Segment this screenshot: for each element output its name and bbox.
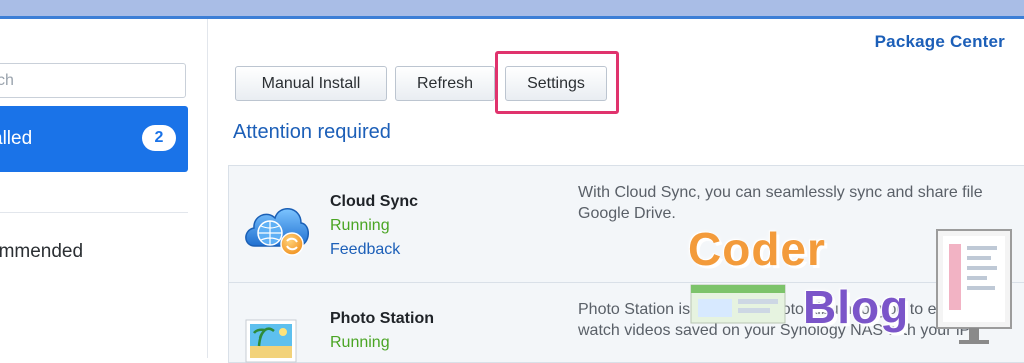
feedback-link[interactable]: Feedback — [330, 241, 400, 259]
package-description: Photo Station is an online photo album f… — [578, 301, 969, 318]
settings-highlight-box — [495, 51, 619, 114]
sidebar-item-installed[interactable]: alled 2 — [0, 106, 188, 172]
package-description: With Cloud Sync, you can seamlessly sync… — [578, 184, 983, 201]
section-title: Attention required — [233, 121, 391, 143]
package-name[interactable]: Photo Station — [330, 310, 434, 328]
app-title: Package Center — [874, 32, 1005, 51]
sidebar-item-recommended[interactable]: ommended — [0, 241, 83, 263]
package-status: Running — [330, 217, 390, 234]
manual-install-button[interactable]: Manual Install — [235, 66, 387, 101]
sidebar-item-label: alled — [0, 128, 33, 149]
sidebar-divider — [0, 212, 188, 213]
sidebar: ch alled 2 ommended — [0, 19, 208, 358]
package-card-cloud-sync[interactable]: Cloud Sync Running Feedback With Cloud S… — [228, 165, 1024, 283]
search-input[interactable]: ch — [0, 63, 186, 98]
cloud-sync-icon — [245, 208, 309, 256]
package-description: watch videos saved on your Synology NAS … — [578, 322, 980, 339]
package-card-photo-station[interactable]: Photo Station Running Photo Station is a… — [228, 283, 1024, 363]
package-status: Running — [330, 334, 390, 351]
window-titlebar — [0, 0, 1024, 19]
package-name[interactable]: Cloud Sync — [330, 193, 418, 211]
count-badge: 2 — [142, 125, 176, 151]
package-description: Google Drive. — [578, 205, 676, 222]
photo-station-icon — [245, 319, 297, 363]
refresh-button[interactable]: Refresh — [395, 66, 495, 101]
